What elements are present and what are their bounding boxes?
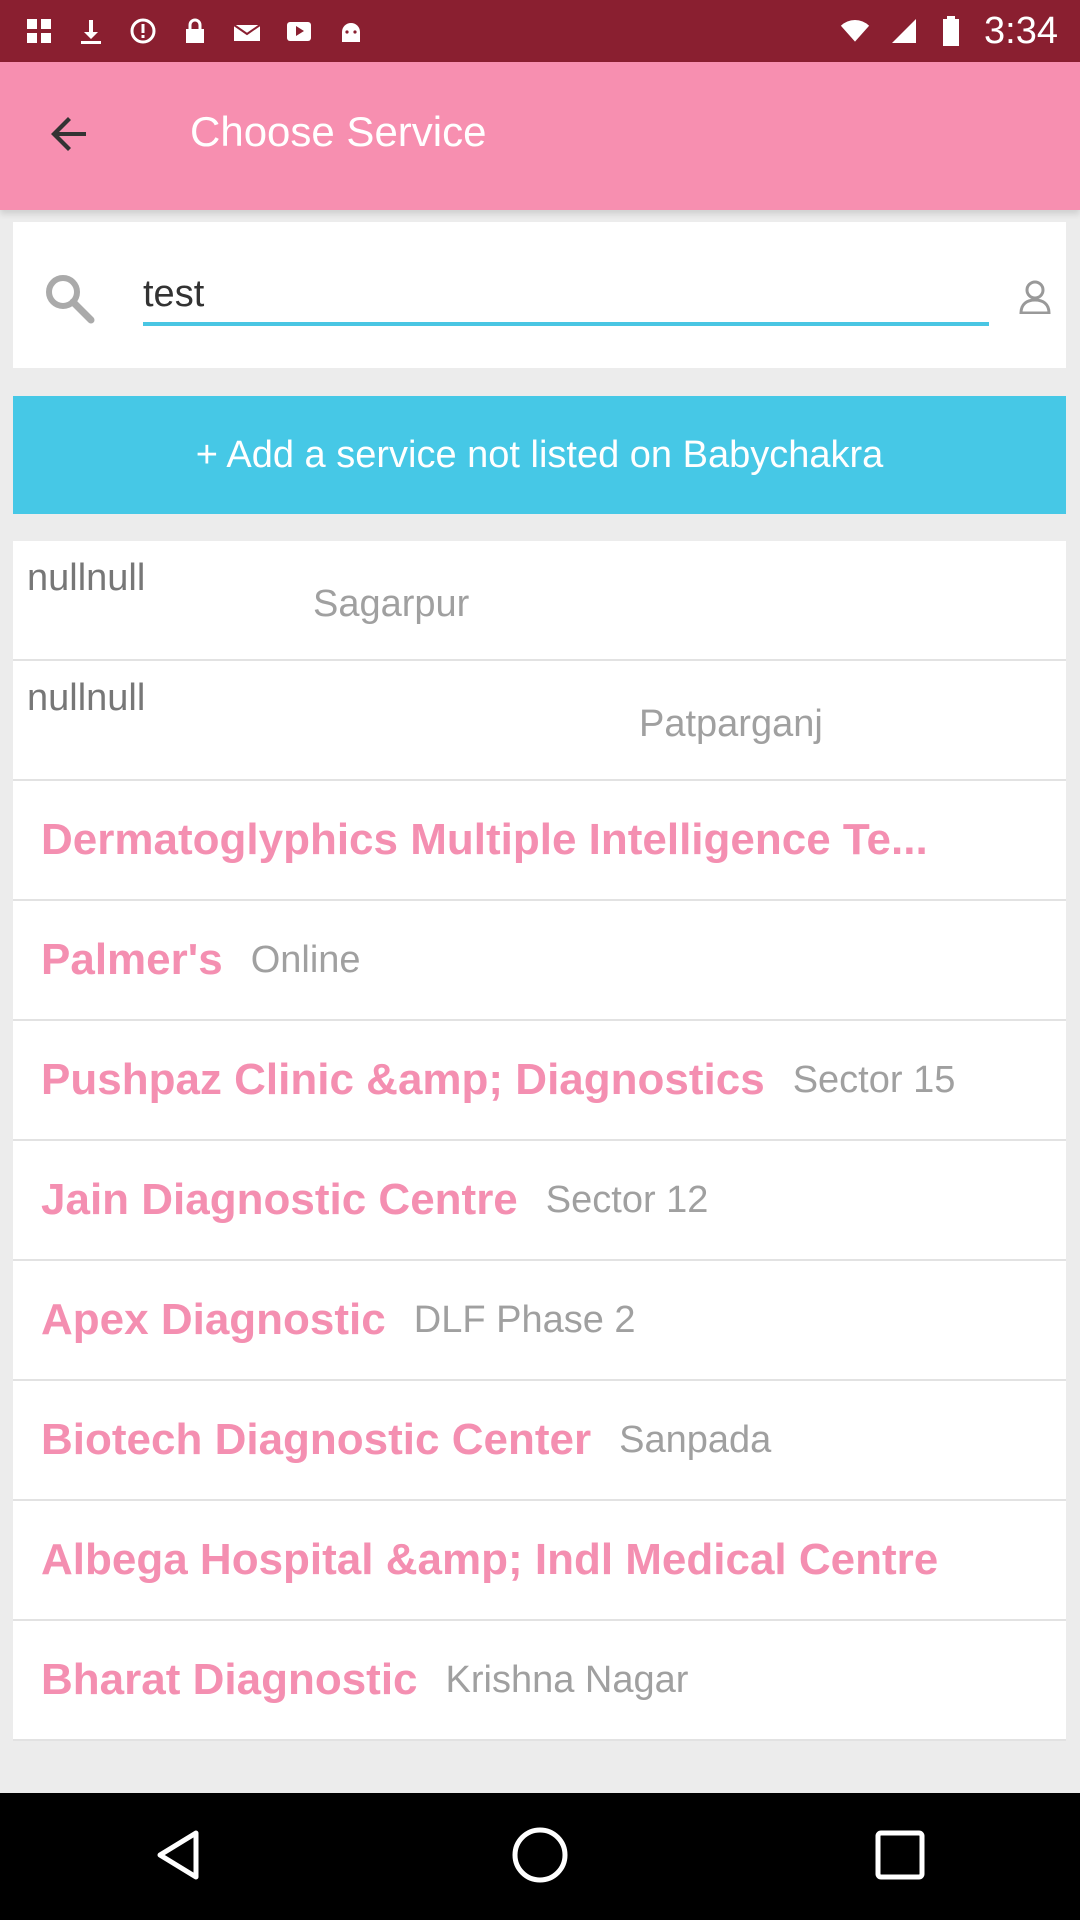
list-item-location: DLF Phase 2 [413,1298,636,1341]
list-item[interactable]: Palmer's Online [13,901,1066,1021]
lock-icon [180,16,210,46]
list-item-name: Apex Diagnostic [41,1295,386,1344]
back-button[interactable] [40,106,100,166]
list-item-location: Sector 12 [545,1178,709,1221]
search-input[interactable] [143,266,989,326]
triangle-back-icon [152,1827,208,1887]
list-item[interactable]: Bharat Diagnostic Krishna Nagar [13,1621,1066,1741]
list-item-name: Jain Diagnostic Centre [41,1175,518,1224]
play-icon [284,16,314,46]
battery-icon [936,16,966,46]
arrow-left-icon [48,112,92,160]
android-icon [336,16,366,46]
wifi-icon [840,16,870,46]
list-item[interactable]: nullnull Patparganj [13,661,1066,781]
download-icon [76,16,106,46]
system-icons: 3:34 [840,10,1058,53]
list-item-name: nullnull [27,677,146,719]
page-title: Choose Service [190,108,487,155]
list-item-location: Sagarpur [313,583,470,625]
nav-recents-button[interactable] [860,1817,940,1897]
status-bar: 3:34 [0,0,1080,62]
nav-home-button[interactable] [500,1817,580,1897]
list-item[interactable]: nullnull Sagarpur [13,541,1066,661]
list-item-name: Biotech Diagnostic Center [41,1415,592,1464]
search-icon [43,272,97,330]
notification-icons [24,16,366,46]
service-list: nullnull Sagarpur nullnull Patparganj De… [13,541,1066,1741]
list-item[interactable]: Apex Diagnostic DLF Phase 2 [13,1261,1066,1381]
list-item[interactable]: Albega Hospital &amp; Indl Medical Centr… [13,1501,1066,1621]
status-time: 3:34 [984,9,1058,52]
list-item[interactable]: Biotech Diagnostic Center Sanpada [13,1381,1066,1501]
list-item-location: Sector 15 [792,1058,956,1101]
list-item[interactable]: Dermatoglyphics Multiple Intelligence Te… [13,781,1066,901]
mail-icon [232,16,262,46]
warning-icon [128,16,158,46]
list-item-name: Pushpaz Clinic &amp; Diagnostics [41,1055,765,1104]
list-item-name: Albega Hospital &amp; Indl Medical Centr… [41,1535,939,1584]
list-item[interactable]: Pushpaz Clinic &amp; Diagnostics Sector … [13,1021,1066,1141]
circle-home-icon [510,1825,570,1889]
signal-icon [888,16,918,46]
list-item-name: Palmer's [41,935,223,984]
list-item-name: Dermatoglyphics Multiple Intelligence Te… [41,815,928,864]
list-item-location: Patparganj [639,703,823,745]
list-item[interactable]: Jain Diagnostic Centre Sector 12 [13,1141,1066,1261]
app-bar: Choose Service [0,62,1080,210]
nav-back-button[interactable] [140,1817,220,1897]
square-recents-icon [873,1828,927,1886]
list-item-location: Krishna Nagar [445,1658,689,1701]
user-icon[interactable] [1018,280,1052,318]
navigation-bar [0,1793,1080,1920]
add-service-button[interactable]: + Add a service not listed on Babychakra [13,396,1066,514]
list-item-name: Bharat Diagnostic [41,1655,418,1704]
search-card [13,222,1066,368]
list-item-location: Online [250,938,361,981]
list-item-name: nullnull [27,557,146,599]
list-item-location: Sanpada [619,1418,772,1461]
grid-icon [24,16,54,46]
